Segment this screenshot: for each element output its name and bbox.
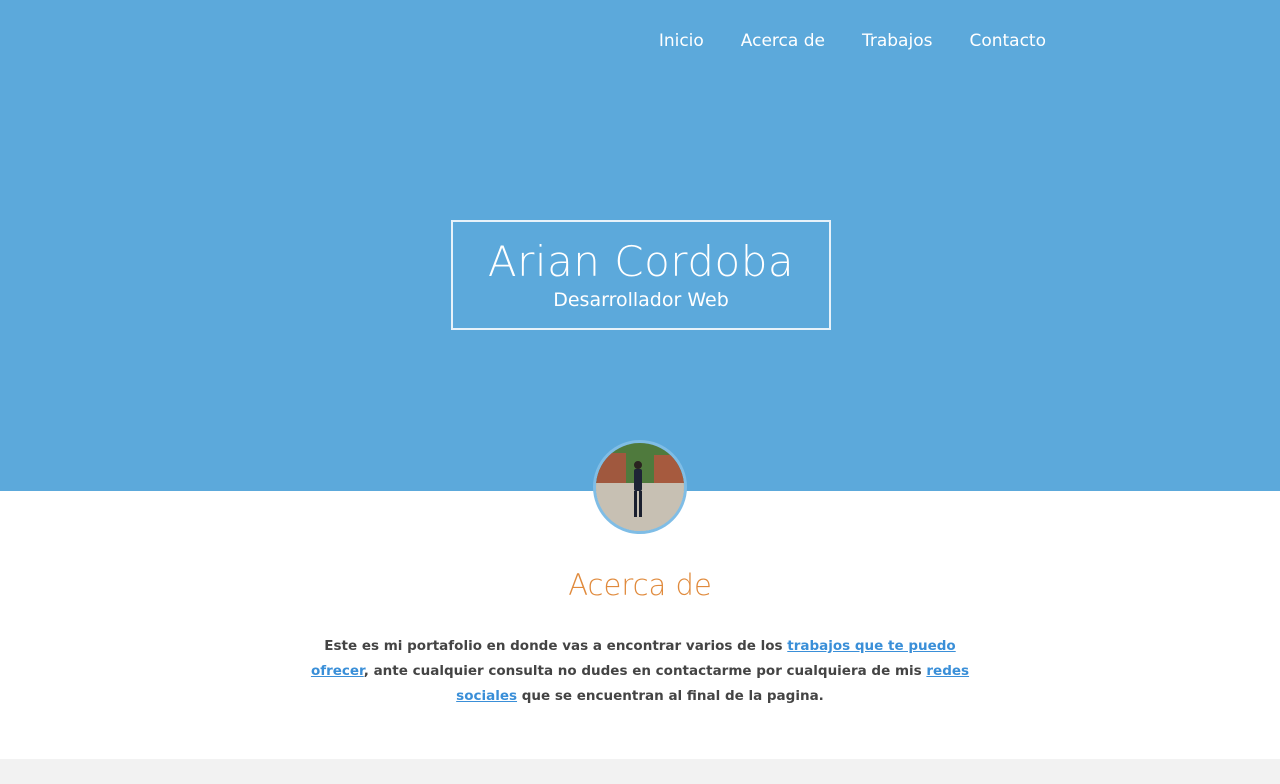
about-paragraph: Este es mi portafolio en donde vas a enc… bbox=[310, 634, 970, 709]
main-nav: Inicio Acerca de Trabajos Contacto bbox=[622, 30, 1046, 52]
nav-link-trabajos[interactable]: Trabajos bbox=[862, 30, 932, 52]
hero-title-box: Arian Cordoba Desarrollador Web bbox=[451, 220, 831, 330]
about-text-part1: Este es mi portafolio en donde vas a enc… bbox=[324, 638, 788, 654]
about-text-part2: , ante cualquier consulta no dudes en co… bbox=[363, 663, 927, 679]
nav-link-acerca-de[interactable]: Acerca de bbox=[741, 30, 825, 52]
next-section-strip bbox=[0, 759, 1280, 784]
hero-name: Arian Cordoba bbox=[487, 237, 795, 286]
nav-link-inicio[interactable]: Inicio bbox=[659, 30, 704, 52]
about-title: Acerca de bbox=[568, 568, 712, 602]
hero-role: Desarrollador Web bbox=[553, 289, 729, 311]
about-text-part3: que se encuentran al final de la pagina. bbox=[517, 688, 824, 704]
avatar bbox=[593, 440, 687, 534]
nav-link-contacto[interactable]: Contacto bbox=[969, 30, 1046, 52]
hero-section: Inicio Acerca de Trabajos Contacto Arian… bbox=[0, 0, 1280, 491]
avatar-photo bbox=[596, 443, 684, 531]
